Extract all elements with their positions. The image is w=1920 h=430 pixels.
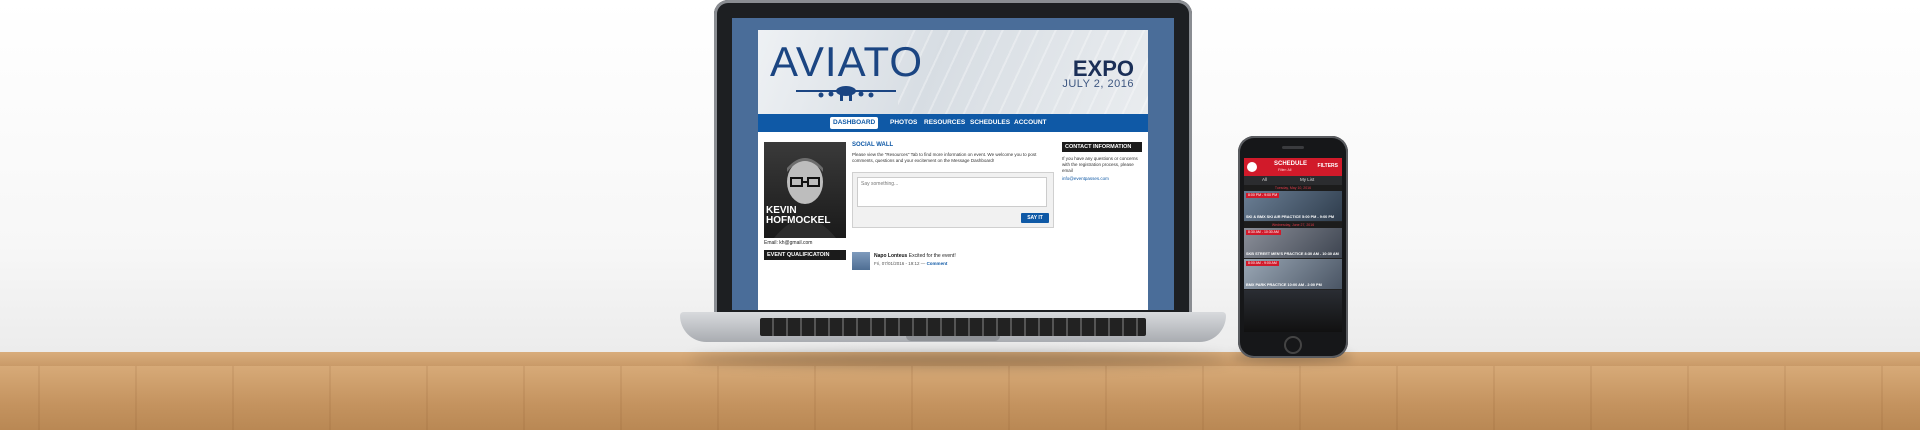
card-title: SKI & BMX SKI AIR PRACTICE 5:00 PM - 9:0… [1246, 214, 1335, 219]
schedule-card[interactable]: 8:00 AM - 9:00 AM BMX PARK PRACTICE 10:0… [1244, 259, 1342, 289]
main-nav: DASHBOARD PHOTOS RESOURCES SCHEDULES ACC… [758, 114, 1148, 132]
event-date: JULY 2, 2016 [1062, 78, 1134, 90]
header-banner: AVIATO EXPO JULY 2, 2016 [758, 30, 1148, 114]
profile-email: Email: kh@gmail.com [764, 240, 813, 246]
contact-email-link[interactable]: info@eventpasses.com [1062, 176, 1109, 181]
post-timestamp: Fri, 07/01/2016 - 19:12 [874, 261, 920, 266]
card-title: SKB STREET MEN'S PRACTICE 8:30 AM - 10:3… [1246, 251, 1339, 256]
card-time: 8:00 PM - 9:00 PM [1246, 193, 1280, 198]
nav-dashboard[interactable]: DASHBOARD [830, 117, 879, 129]
app-subtitle: Filter: All [1278, 168, 1292, 172]
event-qualification-heading: EVENT QUALIFICATOIN [764, 250, 846, 260]
comment-link[interactable]: Comment [927, 261, 948, 266]
post-text: Excited for the event! [908, 253, 956, 259]
schedule-card[interactable]: 8:30 AM - 10:30 AM SKB STREET MEN'S PRAC… [1244, 228, 1342, 258]
laptop-hinge-notch [906, 336, 1000, 341]
profile-last-name: HOFMOCKEL [766, 215, 831, 226]
nav-photos[interactable]: PHOTOS [890, 117, 917, 129]
say-it-button[interactable]: SAY IT [1021, 213, 1049, 223]
contact-heading: CONTACT INFORMATION [1062, 142, 1142, 152]
post-meta: Fri, 07/01/2016 - 19:12 — Comment [874, 261, 948, 266]
post-input[interactable]: Say something... [857, 177, 1047, 207]
laptop-keyboard [760, 318, 1146, 336]
nav-schedules[interactable]: SCHEDULES [970, 117, 1010, 129]
card-time: 8:30 AM - 10:30 AM [1246, 230, 1281, 235]
profile-name: KEVIN HOFMOCKEL [766, 206, 846, 226]
phone-speaker [1282, 146, 1304, 149]
airplane-icon [796, 86, 896, 101]
social-wall-title: SOCIAL WALL [852, 142, 894, 148]
nav-account[interactable]: ACCOUNT [1014, 117, 1047, 129]
nav-resources[interactable]: RESOURCES [924, 117, 965, 129]
post-composer: Say something... SAY IT [852, 172, 1054, 228]
social-wall-intro: Please view the "Resources" Tab to find … [852, 152, 1037, 163]
post-avatar [852, 252, 870, 270]
schedule-card[interactable] [1244, 290, 1342, 332]
card-title: BMX PARK PRACTICE 10:00 AM - 2:00 PM [1246, 282, 1322, 287]
app-title: SCHEDULE [1274, 161, 1308, 167]
schedule-app: SCHEDULE Filter: All FILTERS All My List… [1244, 158, 1342, 332]
tab-my-list[interactable]: My List [1300, 177, 1314, 182]
tab-all[interactable]: All [1262, 177, 1267, 182]
laptop-shadow [690, 352, 1230, 366]
card-time: 8:00 AM - 9:00 AM [1246, 261, 1279, 266]
post-header: Napo Lonteus Excited for the event! [874, 253, 956, 259]
app-tabs: All My List [1244, 176, 1342, 185]
post-author[interactable]: Napo Lonteus [874, 253, 907, 259]
event-website: AVIATO EXPO JULY 2, 2016 DASHBOARD PHOTO… [758, 30, 1148, 310]
schedule-card[interactable]: 8:00 PM - 9:00 PM SKI & BMX SKI AIR PRAC… [1244, 191, 1342, 221]
contact-text: If you have any questions or concerns wi… [1062, 156, 1138, 173]
app-logo-icon[interactable] [1247, 162, 1257, 172]
app-header: SCHEDULE Filter: All FILTERS [1244, 158, 1342, 176]
shelf-wood-grain [0, 366, 1920, 430]
home-button[interactable] [1284, 336, 1302, 354]
aviato-logo[interactable]: AVIATO [770, 38, 923, 86]
avatar[interactable]: KEVIN HOFMOCKEL [764, 142, 846, 238]
filters-button[interactable]: FILTERS [1318, 163, 1338, 169]
